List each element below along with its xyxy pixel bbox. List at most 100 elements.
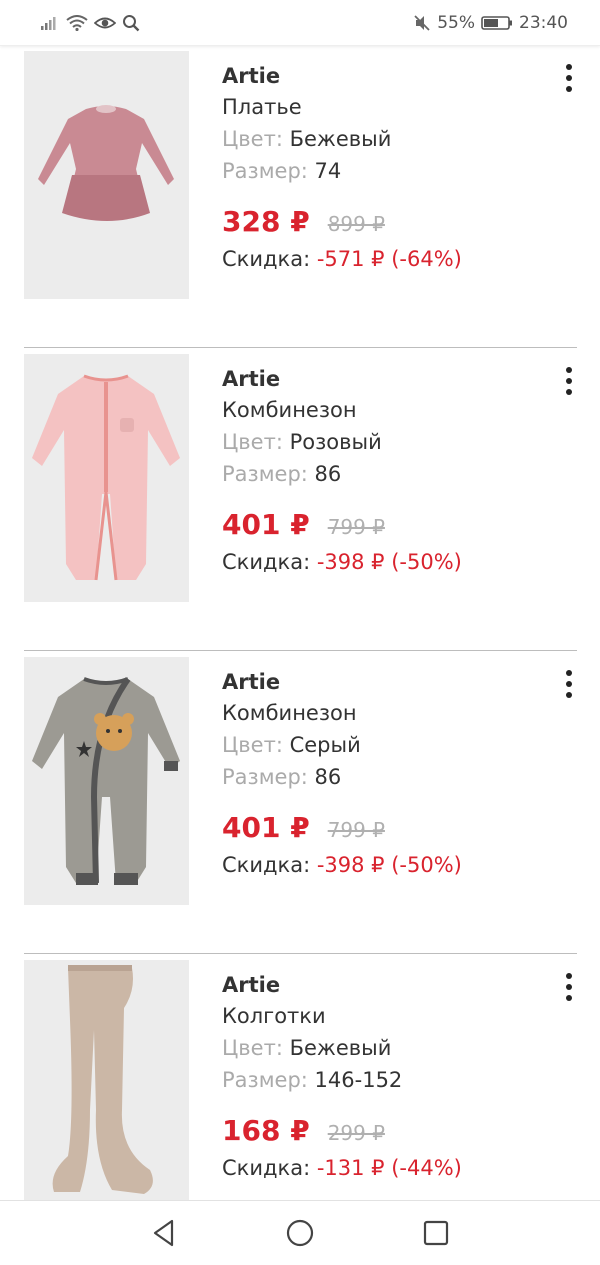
wifi-icon — [66, 14, 88, 31]
discount-label: Скидка: — [222, 853, 317, 877]
recents-button[interactable] — [418, 1215, 454, 1251]
list-item[interactable]: Artie Комбинезон Цвет: Розовый Размер: 8… — [0, 348, 600, 651]
pink-romper-image[interactable] — [24, 354, 189, 602]
old-price: 299 ₽ — [327, 1121, 385, 1145]
product-brand: Artie — [222, 367, 281, 391]
more-vert-icon-dot — [566, 389, 572, 395]
discount-value: -398 ₽ (-50%) — [316, 550, 462, 574]
more-vert-icon-dot — [566, 681, 572, 687]
discount-row: Скидка: -131 ₽ (-44%) — [222, 1151, 552, 1185]
product-brand: Artie — [222, 670, 281, 694]
home-icon — [286, 1219, 314, 1247]
back-icon — [153, 1219, 174, 1247]
discount-value: -398 ₽ (-50%) — [316, 853, 462, 877]
product-color: Цвет: Бежевый — [222, 1032, 552, 1064]
product-info: Artie Комбинезон Цвет: Розовый Размер: 8… — [222, 364, 552, 579]
discount-value: -571 ₽ (-64%) — [316, 247, 462, 271]
size-value: 74 — [307, 159, 342, 183]
old-price: 799 ₽ — [327, 515, 385, 539]
discount-row: Скидка: -571 ₽ (-64%) — [222, 242, 552, 276]
discount-label: Скидка: — [222, 550, 317, 574]
back-button[interactable] — [146, 1215, 182, 1251]
price-row: 168 ₽ 299 ₽ — [222, 1114, 552, 1147]
color-value: Бежевый — [282, 127, 392, 151]
color-label: Цвет: — [222, 430, 283, 454]
size-label: Размер: — [222, 159, 308, 183]
color-value: Бежевый — [282, 1036, 392, 1060]
product-color: Цвет: Розовый — [222, 426, 552, 458]
battery-percent: 55% — [437, 12, 475, 33]
product-brand: Artie — [222, 973, 281, 997]
more-options-button[interactable] — [558, 63, 580, 93]
size-value: 86 — [307, 765, 342, 789]
cart-list[interactable]: Artie Платье Цвет: Бежевый Размер: 74 32… — [0, 46, 600, 1200]
more-vert-icon — [566, 367, 572, 373]
product-name[interactable]: Комбинезон — [222, 394, 552, 426]
more-options-button[interactable] — [558, 669, 580, 699]
product-info: Artie Платье Цвет: Бежевый Размер: 74 32… — [222, 61, 552, 276]
product-name[interactable]: Комбинезон — [222, 697, 552, 729]
recents-icon — [423, 1220, 449, 1246]
search-icon — [122, 14, 140, 32]
more-vert-icon-dot — [566, 692, 572, 698]
old-price: 799 ₽ — [327, 818, 385, 842]
system-nav-bar — [0, 1200, 600, 1265]
dress-image[interactable] — [24, 51, 189, 299]
size-label: Размер: — [222, 462, 308, 486]
more-vert-icon-dot — [566, 86, 572, 92]
size-label: Размер: — [222, 1068, 308, 1092]
price-row: 401 ₽ 799 ₽ — [222, 811, 552, 844]
product-size: Размер: 146-152 — [222, 1064, 552, 1096]
price-row: 401 ₽ 799 ₽ — [222, 508, 552, 541]
list-item[interactable]: Artie Колготки Цвет: Бежевый Размер: 146… — [0, 954, 600, 1200]
more-options-button[interactable] — [558, 366, 580, 396]
color-label: Цвет: — [222, 127, 283, 151]
product-color: Цвет: Серый — [222, 729, 552, 761]
status-right-icons: 55% 23:40 — [413, 13, 568, 33]
status-left-icons — [40, 14, 140, 32]
more-vert-icon-dot — [566, 75, 572, 81]
product-size: Размер: 86 — [222, 458, 552, 490]
discount-row: Скидка: -398 ₽ (-50%) — [222, 848, 552, 882]
color-value: Розовый — [282, 430, 382, 454]
product-name[interactable]: Колготки — [222, 1000, 552, 1032]
current-price: 168 ₽ — [222, 1114, 310, 1147]
more-vert-icon — [566, 973, 572, 979]
size-value: 86 — [307, 462, 342, 486]
status-bar: 55% 23:40 — [0, 0, 600, 46]
product-size: Размер: 86 — [222, 761, 552, 793]
clock: 23:40 — [519, 12, 568, 33]
discount-label: Скидка: — [222, 247, 317, 271]
discount-value: -131 ₽ (-44%) — [316, 1156, 462, 1180]
discount-row: Скидка: -398 ₽ (-50%) — [222, 545, 552, 579]
more-vert-icon — [566, 64, 572, 70]
tights-image[interactable] — [24, 960, 189, 1200]
battery-icon — [481, 15, 513, 31]
size-value: 146-152 — [307, 1068, 403, 1092]
price-row: 328 ₽ 899 ₽ — [222, 205, 552, 238]
color-value: Серый — [282, 733, 361, 757]
more-options-button[interactable] — [558, 972, 580, 1002]
color-label: Цвет: — [222, 733, 283, 757]
list-item[interactable]: Artie Комбинезон Цвет: Серый Размер: 86 … — [0, 651, 600, 954]
product-name[interactable]: Платье — [222, 91, 552, 123]
old-price: 899 ₽ — [327, 212, 385, 236]
more-vert-icon-dot — [566, 995, 572, 1001]
product-brand: Artie — [222, 64, 281, 88]
product-size: Размер: 74 — [222, 155, 552, 187]
list-item[interactable]: Artie Платье Цвет: Бежевый Размер: 74 32… — [0, 46, 600, 348]
more-vert-icon-dot — [566, 984, 572, 990]
product-info: Artie Колготки Цвет: Бежевый Размер: 146… — [222, 970, 552, 1185]
color-label: Цвет: — [222, 1036, 283, 1060]
current-price: 401 ₽ — [222, 508, 310, 541]
mute-icon — [413, 14, 431, 32]
more-vert-icon-dot — [566, 378, 572, 384]
grey-romper-image[interactable] — [24, 657, 189, 905]
discount-label: Скидка: — [222, 1156, 317, 1180]
more-vert-icon — [566, 670, 572, 676]
eye-icon — [94, 15, 116, 31]
product-color: Цвет: Бежевый — [222, 123, 552, 155]
current-price: 401 ₽ — [222, 811, 310, 844]
home-button[interactable] — [282, 1215, 318, 1251]
signal-icon — [40, 15, 60, 31]
